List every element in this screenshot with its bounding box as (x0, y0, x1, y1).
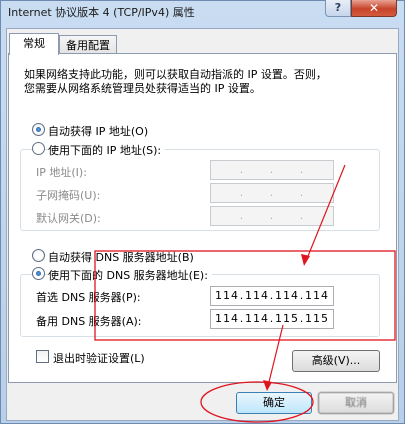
radio-manual-ip[interactable] (32, 142, 45, 155)
radio-auto-dns-label: 自动获得 DNS 服务器地址(B) (48, 251, 194, 264)
subnet-mask-label: 子网掩码(U): (36, 189, 101, 202)
radio-manual-dns[interactable] (32, 267, 45, 280)
tab-alternate-config[interactable]: 备用配置 (59, 35, 117, 55)
default-gateway-input: . . . (210, 206, 334, 226)
radio-auto-dns[interactable] (32, 249, 45, 262)
radio-auto-ip-label: 自动获得 IP 地址(O) (48, 125, 149, 138)
radio-auto-ip[interactable] (32, 123, 45, 136)
close-button[interactable]: ✕ (351, 0, 397, 17)
default-gateway-label: 默认网关(D): (36, 212, 101, 225)
alternate-dns-label: 备用 DNS 服务器(A): (36, 315, 142, 328)
preferred-dns-input[interactable]: 114. 114. 114. 114 (210, 286, 334, 306)
advanced-button[interactable]: 高级(V)... (292, 350, 380, 372)
ip-address-input: . . . (210, 160, 334, 180)
preferred-dns-label: 首选 DNS 服务器(P): (36, 291, 141, 304)
radio-manual-dns-label: 使用下面的 DNS 服务器地址(E): (48, 267, 212, 283)
description-line-2: 您需要从网络系统管理员处获得适当的 IP 设置。 (24, 82, 261, 95)
validate-settings-label: 退出时验证设置(L) (53, 352, 145, 365)
window-title: Internet 协议版本 4 (TCP/IPv4) 属性 (8, 6, 195, 19)
ip-address-label: IP 地址(I): (36, 166, 87, 179)
ok-button[interactable]: 确定 (236, 392, 312, 414)
close-icon: ✕ (368, 1, 380, 15)
alternate-dns-input[interactable]: 114. 114. 115. 115 (210, 309, 334, 329)
subnet-mask-input: . . . (210, 183, 334, 203)
validate-settings-checkbox[interactable] (36, 350, 49, 363)
help-button[interactable]: ? (325, 0, 351, 17)
tab-general[interactable]: 常规 (9, 33, 59, 55)
cancel-button[interactable]: 取消 (318, 392, 394, 414)
radio-manual-ip-label: 使用下面的 IP 地址(S): (48, 142, 166, 158)
